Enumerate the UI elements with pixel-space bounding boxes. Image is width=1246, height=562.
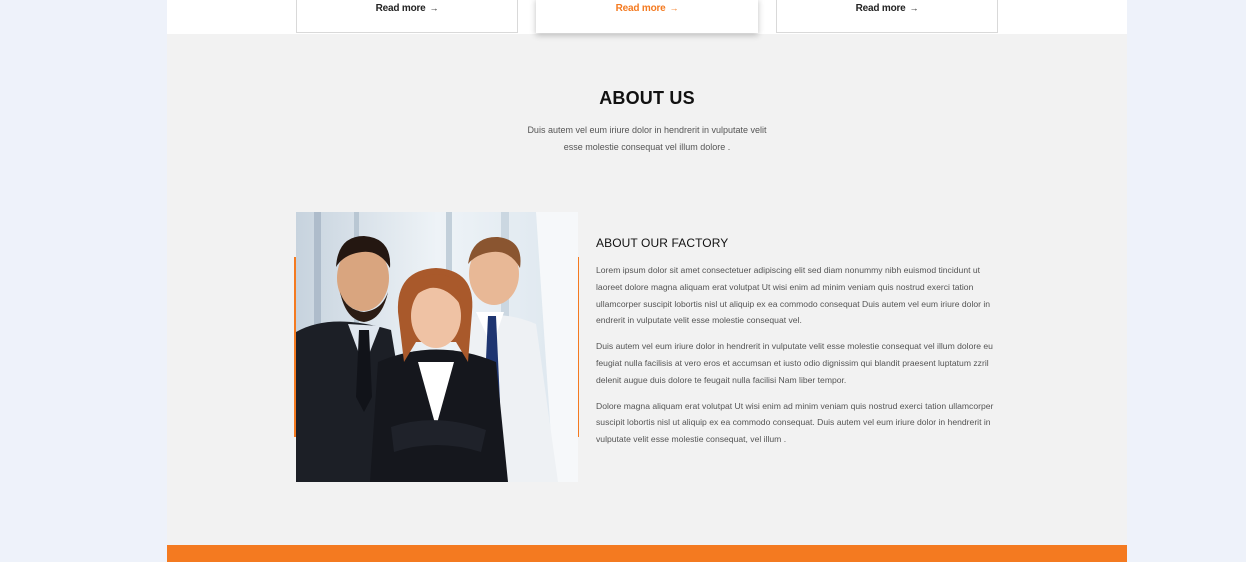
arrow-right-icon: → — [429, 3, 439, 13]
service-card-2-active: Read more → — [536, 0, 758, 33]
about-us-subtitle: Duis autem vel eum iriure dolor in hendr… — [527, 125, 767, 152]
arrow-right-icon: → — [909, 3, 919, 13]
read-more-link-2[interactable]: Read more → — [616, 3, 679, 14]
factory-paragraph-2: Duis autem vel eum iriure dolor in hendr… — [596, 341, 993, 385]
read-more-link-3[interactable]: Read more → — [856, 3, 919, 14]
factory-paragraph-1: Lorem ipsum dolor sit amet consectetuer … — [596, 265, 991, 326]
page-container: Read more → Read more → Read more → ABOUT U… — [167, 0, 1127, 562]
team-photo — [296, 212, 578, 482]
arrow-right-icon: → — [669, 3, 679, 13]
footer-accent-band — [167, 545, 1127, 562]
read-more-link-1[interactable]: Read more → — [376, 3, 439, 14]
about-factory: ABOUT OUR FACTORY Lorem ipsum dolor sit … — [596, 236, 1006, 457]
service-card-1: Read more → — [296, 0, 518, 33]
service-card-3: Read more → — [776, 0, 998, 33]
factory-paragraph-3: Dolore magna aliquam erat volutpat Ut wi… — [596, 400, 994, 445]
about-us-title: ABOUT US — [599, 88, 695, 108]
factory-title: ABOUT OUR FACTORY — [596, 236, 729, 250]
